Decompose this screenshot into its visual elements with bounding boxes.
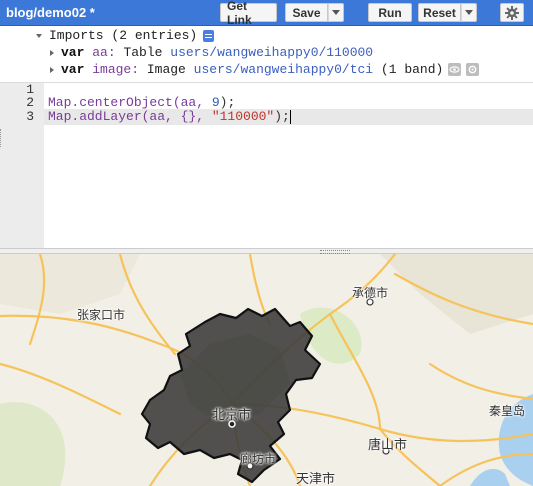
place-label: 张家口市 [77,308,126,322]
reset-button-group: Reset [418,3,477,22]
expand-triangle-icon [50,66,54,73]
import-var-name: image: [92,62,140,77]
map-view[interactable]: 承德市 张家口市 北京市 秦皇岛 唐山市 廊坊市 天津市 [0,254,533,486]
place-label: 承德市 [352,286,389,300]
park-area [0,254,140,314]
reset-label: Reset [423,5,456,20]
code-token: ); [274,109,290,124]
save-button[interactable]: Save [285,3,328,22]
save-dropdown-button[interactable] [328,3,344,22]
import-keyword: var [61,62,85,77]
import-entry-image[interactable]: var image: Image users/wangweihappy0/tci… [50,61,480,78]
collapse-triangle-icon [36,33,42,38]
place-label: 天津市 [296,472,336,486]
get-link-button[interactable]: Get Link [220,0,277,27]
reset-dropdown-button[interactable] [461,3,477,22]
imports-header-label: Imports (2 entries) [49,28,198,43]
place-label: 唐山市 [368,438,408,453]
park-area [380,254,533,334]
import-asset-link[interactable]: users/wangweihappy0/tci [194,61,373,78]
line-number: 2 [26,95,34,110]
expand-triangle-icon [50,49,54,56]
save-label: Save [292,5,321,20]
import-type: Table [123,45,163,60]
sea-water [470,468,510,486]
code-editor[interactable]: 1 2 3 Map.centerObject(aa, 9); Map.addLa… [0,82,533,248]
top-toolbar: blog/demo02 * Get Link Save Run Reset [0,0,533,27]
chevron-down-icon [465,10,473,15]
import-var-name: aa: [92,45,116,60]
place-label: 北京市 [212,408,252,423]
import-band-info: (1 band) [380,62,444,77]
code-string-token: "110000" [211,109,275,124]
code-token: ); [219,95,236,110]
settings-small-icon[interactable] [466,63,480,76]
show-script-icon[interactable] [203,29,215,42]
place-label: 秦皇岛 [489,404,526,418]
line-number-gutter: 1 2 3 [0,82,44,248]
get-link-label: Get Link [227,0,252,27]
run-button[interactable]: Run [368,3,412,22]
code-token: Map.centerObject(aa, [48,95,212,110]
reset-button[interactable]: Reset [418,3,461,22]
save-button-group: Save [285,3,344,22]
import-keyword: var [61,45,85,60]
code-line-2: Map.centerObject(aa, 9); [48,95,235,110]
imports-header[interactable]: Imports (2 entries) [36,27,215,44]
import-type: Image [146,62,186,77]
line-number: 3 [26,109,34,124]
code-number-token: 9 [211,95,220,110]
settings-button[interactable] [500,3,524,22]
code-line-3: Map.addLayer(aa, {}, "110000"); [48,109,291,124]
import-asset-link[interactable]: users/wangweihappy0/110000 [170,44,373,61]
text-cursor [289,109,291,124]
left-resize-grip[interactable] [0,129,4,147]
import-entry-aa[interactable]: var aa: Table users/wangweihappy0/110000 [50,44,373,61]
code-token: Map.addLayer(aa, {}, [48,109,212,124]
eye-icon[interactable] [448,63,462,76]
park-area [0,402,66,486]
run-label: Run [378,5,402,20]
file-title: blog/demo02 * [6,5,95,20]
place-label: 廊坊市 [240,452,277,466]
gear-icon [505,5,519,20]
chevron-down-icon [332,10,340,15]
imports-panel: Imports (2 entries) var aa: Table users/… [0,26,533,82]
